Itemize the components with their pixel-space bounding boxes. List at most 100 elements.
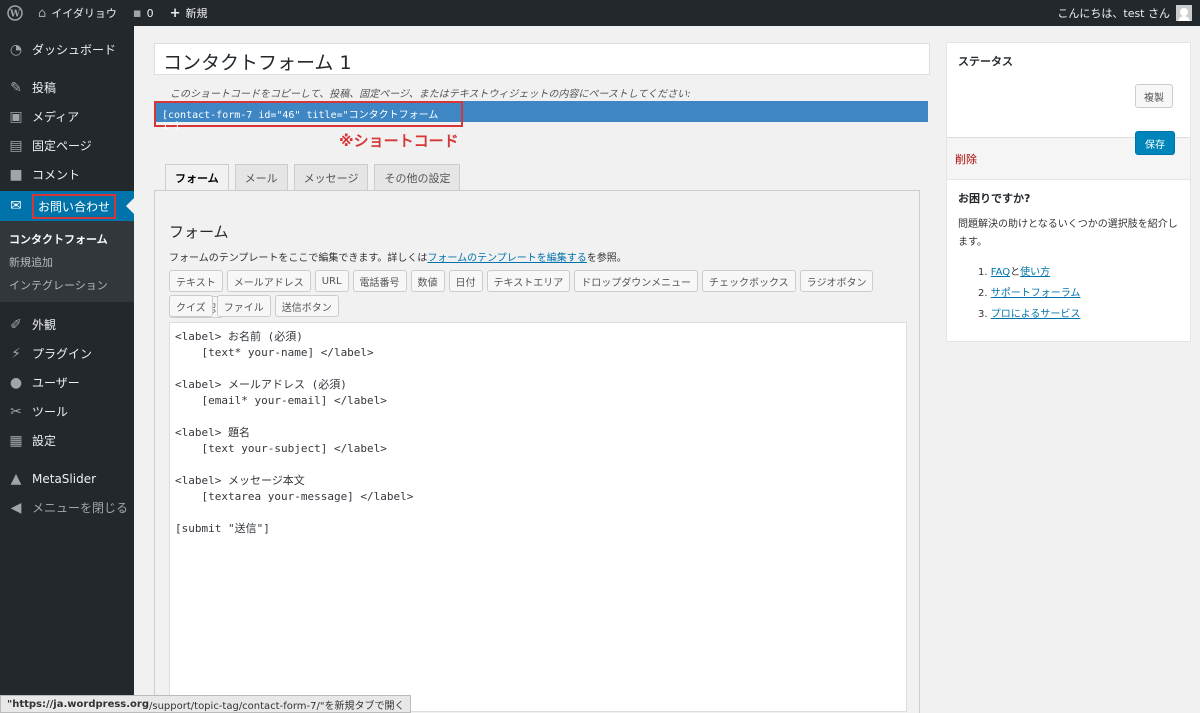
docs-link[interactable]: 使い方 bbox=[1020, 267, 1050, 278]
menu-metaslider[interactable]: ▲ MetaSlider bbox=[0, 464, 134, 493]
submenu-contact-forms[interactable]: コンタクトフォーム bbox=[0, 227, 134, 250]
settings-icon: ▦ bbox=[9, 432, 23, 449]
tag-tel-button[interactable]: 電話番号 bbox=[352, 270, 407, 292]
menu-appearance[interactable]: ✐ 外観 bbox=[0, 310, 134, 339]
menu-users[interactable]: ● ユーザー bbox=[0, 368, 134, 397]
help-item: 2. サポートフォーラム bbox=[978, 283, 1179, 304]
menu-contact[interactable]: ✉ お問い合わせ bbox=[0, 191, 134, 221]
admin-bar: W ⌂ イイダリョウ ▪ 0 + 新規 こんにちは、test さん bbox=[0, 0, 1200, 26]
panel-description: フォームのテンプレートをここで編集できます。詳しくはフォームのテンプレートを編集… bbox=[169, 249, 627, 264]
desc-text: フォームのテンプレートをここで編集できます。詳しくは bbox=[169, 253, 428, 264]
menu-label: ユーザー bbox=[32, 376, 80, 390]
menu-pages[interactable]: ▤ 固定ページ bbox=[0, 131, 134, 160]
menu-comments[interactable]: ■ コメント bbox=[0, 160, 134, 189]
menu-plugins[interactable]: ⚡ プラグイン bbox=[0, 339, 134, 368]
menu-label: お問い合わせ bbox=[32, 193, 117, 219]
delete-link[interactable]: 削除 bbox=[955, 151, 977, 167]
template-help-link[interactable]: フォームのテンプレートを編集する bbox=[427, 253, 586, 264]
page-icon: ▤ bbox=[9, 137, 23, 154]
tab-mail[interactable]: メール bbox=[234, 164, 288, 190]
pin-icon: ✎ bbox=[10, 79, 22, 96]
menu-label: MetaSlider bbox=[32, 471, 97, 486]
greeting: こんにちは、test さん bbox=[1057, 7, 1170, 20]
site-name-link[interactable]: ⌂ イイダリョウ bbox=[30, 0, 125, 26]
support-forum-link[interactable]: サポートフォーラム bbox=[991, 288, 1081, 299]
wordpress-logo-icon[interactable]: W bbox=[0, 0, 30, 26]
status-url-host: "https://ja.wordpress.org bbox=[7, 698, 150, 710]
comments-link[interactable]: ▪ 0 bbox=[125, 0, 162, 26]
tag-text-button[interactable]: テキスト bbox=[169, 270, 223, 292]
menu-label: メディア bbox=[32, 110, 80, 124]
tag-submit-button[interactable]: 送信ボタン bbox=[274, 295, 339, 317]
tag-generator-row-2: クイズ ファイル 送信ボタン bbox=[169, 295, 909, 321]
menu-label: 固定ページ bbox=[32, 139, 92, 153]
menu-posts[interactable]: ✎ 投稿 bbox=[0, 73, 134, 102]
menu-collapse[interactable]: ◀ メニューを閉じる bbox=[0, 493, 134, 522]
status-url-rest: /support/topic-tag/contact-form-7/"を新規タブ… bbox=[149, 700, 405, 712]
tag-date-button[interactable]: 日付 bbox=[448, 270, 483, 292]
menu-label: プラグイン bbox=[32, 347, 93, 361]
faq-link[interactable]: FAQ bbox=[991, 267, 1010, 278]
tag-file-button[interactable]: ファイル bbox=[216, 295, 271, 317]
menu-tools[interactable]: ✂ ツール bbox=[0, 397, 134, 426]
status-box-title: ステータス bbox=[958, 55, 1013, 68]
user-icon: ● bbox=[9, 374, 23, 391]
menu-dashboard[interactable]: ◔ ダッシュボード bbox=[0, 35, 134, 64]
admin-sidebar: ◔ ダッシュボード ✎ 投稿 ▣ メディア ▤ 固定ページ ■ コメント ✉ お問い合わせ… bbox=[0, 26, 134, 713]
tag-textarea-button[interactable]: テキストエリア bbox=[486, 270, 571, 292]
contact-submenu: コンタクトフォーム 新規追加 インテグレーション bbox=[0, 221, 134, 302]
form-panel: フォーム フォームのテンプレートをここで編集できます。詳しくはフォームのテンプレ… bbox=[154, 190, 920, 713]
duplicate-button[interactable]: 複製 bbox=[1135, 84, 1173, 108]
tag-url-button[interactable]: URL bbox=[314, 270, 349, 292]
new-label: 新規 bbox=[185, 7, 208, 20]
comment-icon: ■ bbox=[9, 166, 23, 183]
list-number: 2. bbox=[978, 288, 988, 299]
save-button[interactable]: 保存 bbox=[1135, 131, 1175, 155]
menu-settings[interactable]: ▦ 設定 bbox=[0, 426, 134, 455]
menu-label: 設定 bbox=[32, 434, 57, 448]
tag-email-button[interactable]: メールアドレス bbox=[226, 270, 311, 292]
list-number: 1. bbox=[978, 267, 988, 278]
plus-icon: + bbox=[169, 5, 181, 21]
tag-number-button[interactable]: 数値 bbox=[410, 270, 445, 292]
media-icon: ▣ bbox=[9, 108, 23, 125]
shortcode-field[interactable]: [contact-form-7 id="46" title="コンタクトフォーム… bbox=[154, 101, 463, 132]
submenu-integration[interactable]: インテグレーション bbox=[0, 273, 134, 296]
help-box: お困りですか? 問題解決の助けとなるいくつかの選択肢を紹介します。 1. FAQ… bbox=[946, 179, 1191, 342]
tag-radio-button[interactable]: ラジオボタン bbox=[799, 270, 874, 292]
browser-status-bar: "https://ja.wordpress.org/support/topic-… bbox=[0, 695, 412, 713]
wrench-icon: ✂ bbox=[10, 403, 22, 420]
tag-quiz-button[interactable]: クイズ bbox=[169, 295, 213, 317]
comments-count: 0 bbox=[146, 6, 154, 20]
tab-additional-settings[interactable]: その他の設定 bbox=[374, 164, 461, 190]
menu-media[interactable]: ▣ メディア bbox=[0, 102, 134, 131]
site-name: イイダリョウ bbox=[51, 7, 117, 20]
tab-form[interactable]: フォーム bbox=[165, 164, 229, 191]
menu-label: ダッシュボード bbox=[32, 43, 117, 57]
pro-services-link[interactable]: プロによるサービス bbox=[991, 309, 1081, 320]
new-content-link[interactable]: + 新規 bbox=[162, 0, 216, 26]
help-text: 問題解決の助けとなるいくつかの選択肢を紹介します。 bbox=[958, 219, 1178, 248]
help-connector: と bbox=[1010, 267, 1021, 278]
desc-text: を参照。 bbox=[586, 253, 627, 264]
status-box: ステータス 複製 削除 保存 bbox=[946, 42, 1191, 186]
list-number: 3. bbox=[978, 309, 988, 320]
brush-icon: ✐ bbox=[10, 316, 22, 333]
tag-checkbox-button[interactable]: チェックボックス bbox=[701, 270, 796, 292]
tab-messages[interactable]: メッセージ bbox=[293, 164, 369, 190]
my-account-link[interactable]: こんにちは、test さん bbox=[1049, 0, 1200, 26]
help-box-title: お困りですか? bbox=[958, 192, 1031, 205]
help-item: 1. FAQと使い方 bbox=[978, 262, 1179, 283]
shortcode-annotation: ※ショートコード bbox=[339, 132, 459, 150]
form-title-input[interactable]: コンタクトフォーム 1 bbox=[154, 43, 930, 75]
form-template-editor[interactable]: <label> お名前 (必須) [text* your-name] </lab… bbox=[169, 322, 907, 712]
dashboard-icon: ◔ bbox=[9, 41, 23, 58]
tag-dropdown-button[interactable]: ドロップダウンメニュー bbox=[574, 270, 698, 292]
submenu-add-new[interactable]: 新規追加 bbox=[0, 250, 134, 273]
panel-title: フォーム bbox=[169, 223, 229, 241]
menu-label: 投稿 bbox=[32, 81, 57, 95]
menu-label: メニューを閉じる bbox=[32, 501, 129, 515]
plug-icon: ⚡ bbox=[11, 345, 21, 362]
shortcode-hint: このショートコードをコピーして、投稿、固定ページ、またはテキストウィジェットの内… bbox=[170, 89, 691, 100]
menu-label: ツール bbox=[32, 405, 69, 419]
